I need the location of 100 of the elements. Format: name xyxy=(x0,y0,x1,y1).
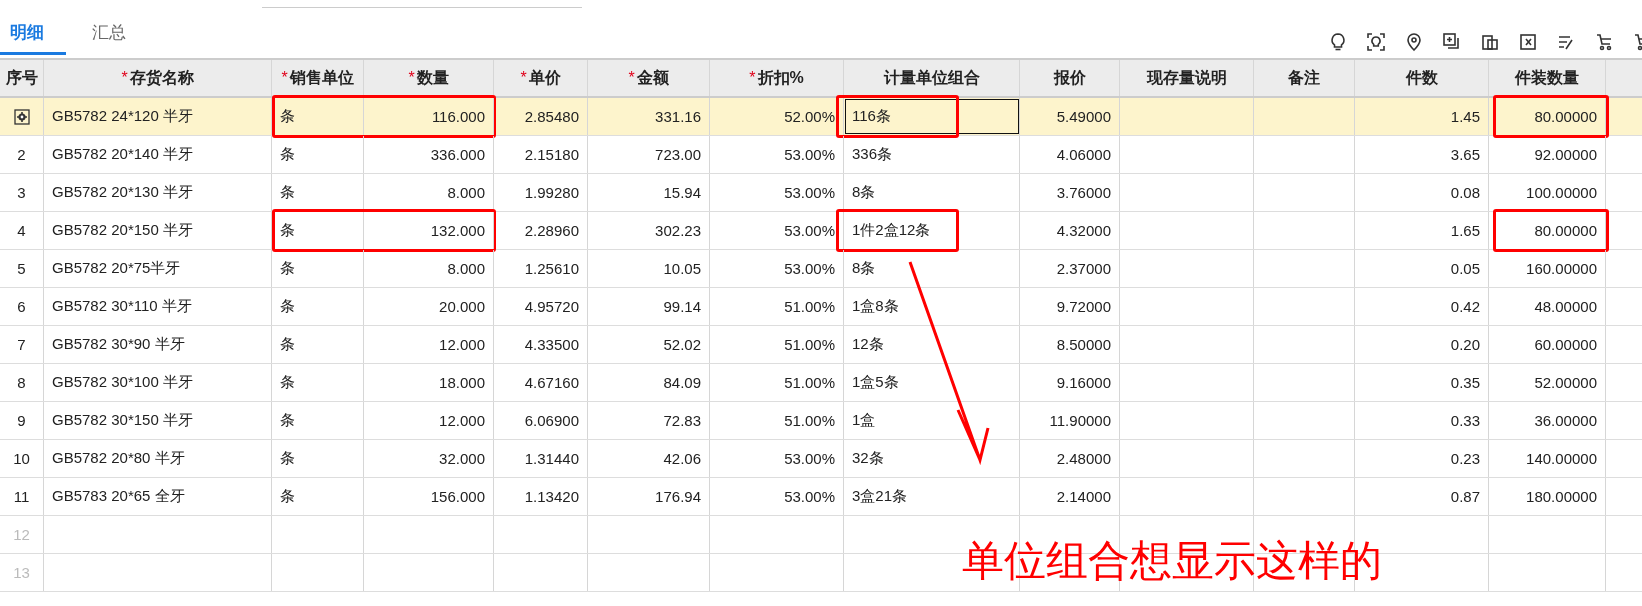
table-cell: 2.15180 xyxy=(524,146,579,163)
table-cell: 53.00% xyxy=(784,222,835,239)
column-header: 报价 xyxy=(1053,67,1086,88)
table-row[interactable]: 8 GB5782 30*100 半牙 条 18.000 4.67160 84.09 51.00% 1盒5条 9.16000 0.35 52.00000 xyxy=(0,364,1642,402)
required-mark: * xyxy=(749,69,756,87)
table-cell: 53.00% xyxy=(784,488,835,505)
table-cell: 4.33500 xyxy=(524,336,579,353)
tab[interactable]: 明细 xyxy=(0,11,66,55)
column-header: 金额 xyxy=(636,67,669,88)
table-cell: 1.25610 xyxy=(524,260,579,277)
table-row[interactable]: 6 GB5782 30*110 半牙 条 20.000 4.95720 99.14 51.00% 1盒8条 9.72000 0.42 48.00000 xyxy=(0,288,1642,326)
table-cell: 8.50000 xyxy=(1056,336,1111,353)
table-cell: 0.42 xyxy=(1450,298,1480,315)
table-cell: 48.00000 xyxy=(1534,298,1597,315)
table-cell: 条 xyxy=(280,183,295,202)
table-cell: GB5782 20*140 半牙 xyxy=(52,145,193,164)
table-cell: 2.28960 xyxy=(524,222,579,239)
table-cell: 条 xyxy=(280,373,295,392)
table-row[interactable]: 9 GB5782 30*150 半牙 条 12.000 6.06900 72.83 51.00% 1盒 11.90000 0.33 36.00000 xyxy=(0,402,1642,440)
table-cell: 条 xyxy=(280,449,295,468)
table-cell: 9.72000 xyxy=(1056,298,1111,315)
table-cell: 53.00% xyxy=(784,260,835,277)
column-header: 销售单位 xyxy=(289,67,354,88)
table-cell: GB5782 20*80 半牙 xyxy=(52,449,185,468)
table-cell: 2.37000 xyxy=(1056,260,1111,277)
table-cell: 336.000 xyxy=(430,146,485,163)
table-cell: 92.00000 xyxy=(1534,146,1597,163)
table-cell: 2.85480 xyxy=(524,108,579,125)
table-cell: 116条 xyxy=(852,107,891,126)
column-header: 件装数量 xyxy=(1515,67,1579,88)
scan-lightbulb-icon[interactable] xyxy=(1366,32,1386,52)
table-cell: 9.16000 xyxy=(1056,374,1111,391)
table-cell: GB5782 20*150 半牙 xyxy=(52,221,193,240)
table-cell: 99.14 xyxy=(663,298,701,315)
table-cell: 1.45 xyxy=(1450,108,1480,125)
table-cell: 条 xyxy=(280,411,295,430)
table-cell: GB5783 20*65 全牙 xyxy=(52,487,185,506)
paste-icon[interactable] xyxy=(1480,32,1500,52)
table-row[interactable]: 5 GB5782 20*75半牙 条 8.000 1.25610 10.05 53.00% 8条 2.37000 0.05 160.00000 xyxy=(0,250,1642,288)
lightbulb-icon[interactable] xyxy=(1328,32,1348,52)
table-cell: GB5782 20*130 半牙 xyxy=(52,183,193,202)
table-cell: 条 xyxy=(280,297,295,316)
tab[interactable]: 汇总 xyxy=(80,11,138,55)
location-pin-icon[interactable] xyxy=(1404,32,1424,52)
table-cell: 4.95720 xyxy=(524,298,579,315)
table-cell: 2.14000 xyxy=(1056,488,1111,505)
row-number: 3 xyxy=(17,184,26,201)
table-row[interactable]: 2 GB5782 20*140 半牙 条 336.000 2.15180 723.00 53.00% 336条 4.06000 3.65 92.00000 xyxy=(0,136,1642,174)
table-row[interactable]: 7 GB5782 30*90 半牙 条 12.000 4.33500 52.02 51.00% 12条 8.50000 0.20 60.00000 xyxy=(0,326,1642,364)
table-cell: 1.65 xyxy=(1450,222,1480,239)
table-cell: 51.00% xyxy=(784,374,835,391)
table-cell: 1.31440 xyxy=(524,450,579,467)
table-row[interactable]: 3 GB5782 20*130 半牙 条 8.000 1.99280 15.94 53.00% 8条 3.76000 0.08 100.00000 xyxy=(0,174,1642,212)
column-header: 计量单位组合 xyxy=(883,67,980,88)
table-cell: 18.000 xyxy=(439,374,485,391)
required-mark: * xyxy=(408,69,415,87)
table-cell: 12条 xyxy=(852,335,884,354)
table-row[interactable]: 11 GB5783 20*65 全牙 条 156.000 1.13420 176.94 53.00% 3盒21条 2.14000 0.87 180.00000 xyxy=(0,478,1642,516)
table-row[interactable]: 4 GB5782 20*150 半牙 条 132.000 2.28960 302.23 53.00% 1件2盒12条 4.32000 1.65 80.00000 xyxy=(0,212,1642,250)
table-cell: 15.94 xyxy=(663,184,701,201)
table-cell: 11.90000 xyxy=(1049,412,1111,429)
add-copy-icon[interactable] xyxy=(1442,32,1462,52)
table-cell: 0.20 xyxy=(1450,336,1480,353)
row-number: 10 xyxy=(13,450,30,467)
table-cell: 0.23 xyxy=(1450,450,1480,467)
column-header: 存货名称 xyxy=(129,67,194,89)
table-cell: 51.00% xyxy=(784,336,835,353)
table-cell: 80.00000 xyxy=(1534,108,1597,125)
table-cell: 条 xyxy=(280,145,295,164)
row-number: 9 xyxy=(17,412,26,429)
table-cell: 4.06000 xyxy=(1056,146,1111,163)
column-header: 件数 xyxy=(1405,67,1438,88)
table-cell: 140.00000 xyxy=(1526,450,1597,467)
selected-row[interactable]: GB5782 24*120 半牙 条 116.000 2.85480 331.16 52.00% 116条 5.49000 1.45 80.00000 xyxy=(0,98,1642,136)
required-mark: * xyxy=(121,69,128,87)
table-cell: 3.76000 xyxy=(1056,184,1111,201)
delete-box-icon[interactable] xyxy=(1518,32,1538,52)
table-cell: 32条 xyxy=(852,449,884,468)
table-cell: 12.000 xyxy=(439,412,485,429)
gear-icon[interactable] xyxy=(13,108,30,125)
table-cell: 52.00000 xyxy=(1534,374,1597,391)
required-mark: * xyxy=(628,69,635,87)
table-cell: 1.13420 xyxy=(524,488,579,505)
table-cell: GB5782 30*150 半牙 xyxy=(52,411,193,430)
table-cell: GB5782 30*90 半牙 xyxy=(52,335,185,354)
table-cell: GB5782 30*100 半牙 xyxy=(52,373,193,392)
cart-icon[interactable] xyxy=(1594,32,1614,52)
required-mark: * xyxy=(520,69,527,87)
table-row[interactable]: 10 GB5782 20*80 半牙 条 32.000 1.31440 42.06 53.00% 32条 2.48000 0.23 140.00000 xyxy=(0,440,1642,478)
row-number: 7 xyxy=(17,336,26,353)
table-cell: 0.08 xyxy=(1450,184,1480,201)
table-cell: 8条 xyxy=(852,183,876,202)
table-cell: GB5782 20*75半牙 xyxy=(52,259,181,278)
table-cell: 51.00% xyxy=(784,412,835,429)
table-cell: 80.00000 xyxy=(1534,222,1597,239)
table-cell: 60.00000 xyxy=(1534,336,1597,353)
table-cell: 32.000 xyxy=(439,450,485,467)
required-mark: * xyxy=(281,69,288,87)
row-number: 6 xyxy=(17,298,26,315)
table-cell: 53.00% xyxy=(784,184,835,201)
